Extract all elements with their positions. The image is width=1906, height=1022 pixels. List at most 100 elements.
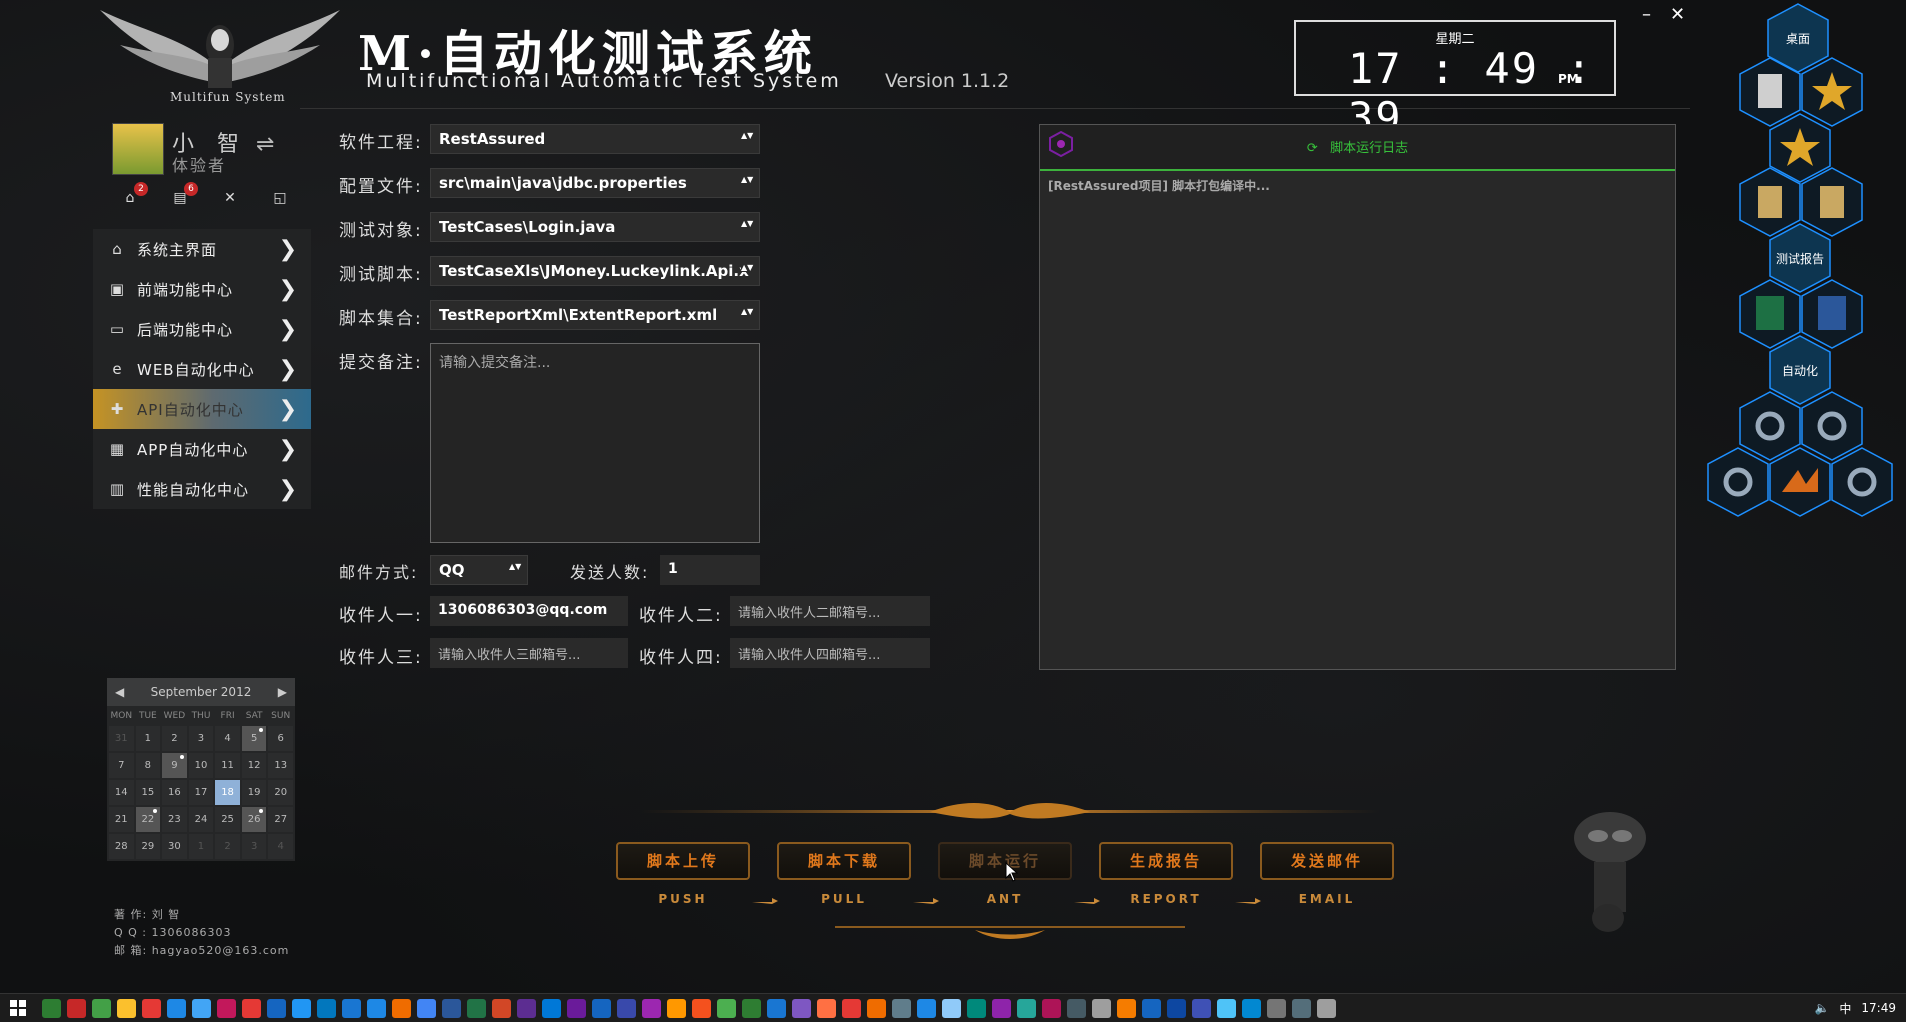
chart-icon[interactable]: ◱ — [270, 190, 290, 210]
calendar-day[interactable]: 6 — [268, 726, 293, 751]
calendar-day[interactable]: 10 — [188, 753, 214, 778]
action-button-email[interactable]: 发送邮件 — [1260, 842, 1394, 880]
taskbar-app-icon[interactable] — [267, 998, 286, 1018]
calendar-day[interactable]: 12 — [241, 753, 267, 778]
sidebar-item-5[interactable]: ▦ APP自动化中心 ❯ — [93, 429, 311, 469]
taskbar-app-icon[interactable] — [1042, 998, 1061, 1018]
recipient4-input[interactable]: 请输入收件人四邮箱号... — [730, 638, 930, 668]
calendar-day[interactable]: 15 — [135, 780, 161, 805]
taskbar-app-icon[interactable] — [242, 998, 261, 1018]
taskbar-app-icon[interactable] — [942, 998, 961, 1018]
taskbar-app-icon[interactable] — [867, 998, 886, 1018]
sidebar-item-2[interactable]: ▭ 后端功能中心 ❯ — [93, 309, 311, 349]
tray-clock[interactable]: 17:49 — [1861, 1001, 1896, 1015]
taskbar-app-icon[interactable] — [917, 998, 936, 1018]
taskbar-app-icon[interactable] — [817, 998, 836, 1018]
recipient3-input[interactable]: 请输入收件人三邮箱号... — [430, 638, 628, 668]
config-select[interactable]: src\main\java\jdbc.properties ▲▼ — [430, 168, 760, 198]
taskbar-app-icon[interactable] — [467, 998, 486, 1018]
taskbar-app-icon[interactable] — [42, 998, 61, 1018]
launcher-gear-icon[interactable] — [1706, 446, 1770, 518]
taskbar-app-icon[interactable] — [317, 998, 336, 1018]
switch-user-icon[interactable]: ⇌ — [256, 132, 274, 157]
taskbar-app-icon[interactable] — [842, 998, 861, 1018]
calendar-prev-icon[interactable]: ◀ — [115, 685, 124, 699]
calendar-day[interactable]: 17 — [188, 780, 214, 805]
remark-textarea[interactable]: 请输入提交备注... — [430, 343, 760, 543]
taskbar-app-icon[interactable] — [117, 998, 136, 1018]
recipient1-input[interactable]: 1306086303@qq.com — [430, 596, 628, 626]
calendar-day[interactable]: 1 — [135, 726, 161, 751]
taskbar-app-icon[interactable] — [1142, 998, 1161, 1018]
sidebar-item-4[interactable]: ✚ API自动化中心 ❯ — [93, 389, 311, 429]
taskbar-app-icon[interactable] — [1067, 998, 1086, 1018]
calendar-day[interactable]: 4 — [215, 726, 240, 751]
action-button-report[interactable]: 生成报告 — [1099, 842, 1233, 880]
calendar-day[interactable]: 22 — [135, 807, 161, 832]
taskbar-app-icon[interactable] — [642, 998, 661, 1018]
calendar-day[interactable]: 24 — [188, 807, 214, 832]
calendar-day[interactable]: 16 — [162, 780, 187, 805]
calendar-day[interactable]: 11 — [215, 753, 240, 778]
taskbar-app-icon[interactable] — [217, 998, 236, 1018]
sidebar-item-0[interactable]: ⌂ 系统主界面 ❯ — [93, 229, 311, 269]
taskbar-app-icon[interactable] — [992, 998, 1011, 1018]
taskbar-app-icon[interactable] — [1217, 998, 1236, 1018]
taskbar-app-icon[interactable] — [342, 998, 361, 1018]
taskbar-app-icon[interactable] — [617, 998, 636, 1018]
calendar-day[interactable]: 25 — [215, 807, 240, 832]
calendar-day[interactable]: 2 — [162, 726, 187, 751]
calendar-day[interactable]: 3 — [241, 834, 267, 859]
calendar-day[interactable]: 7 — [109, 753, 134, 778]
taskbar-app-icon[interactable] — [742, 998, 761, 1018]
taskbar-app-icon[interactable] — [392, 998, 411, 1018]
volume-icon[interactable]: 🔈 — [1814, 1001, 1829, 1015]
calendar-day[interactable]: 26 — [241, 807, 267, 832]
calendar-day[interactable]: 2 — [215, 834, 240, 859]
taskbar-app-icon[interactable] — [192, 998, 211, 1018]
sidebar-item-3[interactable]: e WEB自动化中心 ❯ — [93, 349, 311, 389]
calendar-next-icon[interactable]: ▶ — [278, 685, 287, 699]
script-select[interactable]: TestCaseXls\JMoney.Luckeylink.Api.x ▲▼ — [430, 256, 760, 286]
launcher-matlab-icon[interactable] — [1768, 446, 1832, 518]
taskbar-app-icon[interactable] — [367, 998, 386, 1018]
taskbar-app-icon[interactable] — [517, 998, 536, 1018]
recipient2-input[interactable]: 请输入收件人二邮箱号... — [730, 596, 930, 626]
tools-icon[interactable]: ✕ — [220, 190, 240, 210]
minimize-button[interactable]: – — [1642, 4, 1651, 25]
taskbar-app-icon[interactable] — [967, 998, 986, 1018]
calendar-day[interactable]: 5 — [241, 726, 267, 751]
action-button-pull[interactable]: 脚本下载 — [777, 842, 911, 880]
taskbar-app-icon[interactable] — [667, 998, 686, 1018]
sidebar-item-6[interactable]: ▥ 性能自动化中心 ❯ — [93, 469, 311, 509]
taskbar-app-icon[interactable] — [442, 998, 461, 1018]
taskbar-app-icon[interactable] — [1192, 998, 1211, 1018]
taskbar-app-icon[interactable] — [567, 998, 586, 1018]
count-input[interactable]: 1 — [660, 555, 760, 585]
taskbar-app-icon[interactable] — [1017, 998, 1036, 1018]
calendar-day[interactable]: 8 — [135, 753, 161, 778]
avatar[interactable] — [112, 123, 164, 175]
calendar-day[interactable]: 13 — [268, 753, 293, 778]
taskbar-app-icon[interactable] — [1267, 998, 1286, 1018]
calendar-day[interactable]: 27 — [268, 807, 293, 832]
taskbar-app-icon[interactable] — [1117, 998, 1136, 1018]
suite-select[interactable]: TestReportXml\ExtentReport.xml ▲▼ — [430, 300, 760, 330]
inbox-icon[interactable]: ⌂ 2 — [120, 182, 148, 210]
taskbar-app-icon[interactable] — [67, 998, 86, 1018]
taskbar-app-icon[interactable] — [1317, 998, 1336, 1018]
launcher-gear-icon[interactable] — [1830, 446, 1894, 518]
calendar-day[interactable]: 4 — [268, 834, 293, 859]
taskbar-app-icon[interactable] — [542, 998, 561, 1018]
taskbar-app-icon[interactable] — [167, 998, 186, 1018]
taskbar-app-icon[interactable] — [417, 998, 436, 1018]
calendar-day[interactable]: 28 — [109, 834, 134, 859]
calendar-day[interactable]: 30 — [162, 834, 187, 859]
calendar-day[interactable]: 18 — [215, 780, 240, 805]
taskbar-app-icon[interactable] — [492, 998, 511, 1018]
start-button[interactable] — [0, 994, 36, 1022]
calendar-day[interactable]: 9 — [162, 753, 187, 778]
taskbar-app-icon[interactable] — [717, 998, 736, 1018]
close-button[interactable]: ✕ — [1670, 4, 1685, 25]
calendar-day[interactable]: 14 — [109, 780, 134, 805]
